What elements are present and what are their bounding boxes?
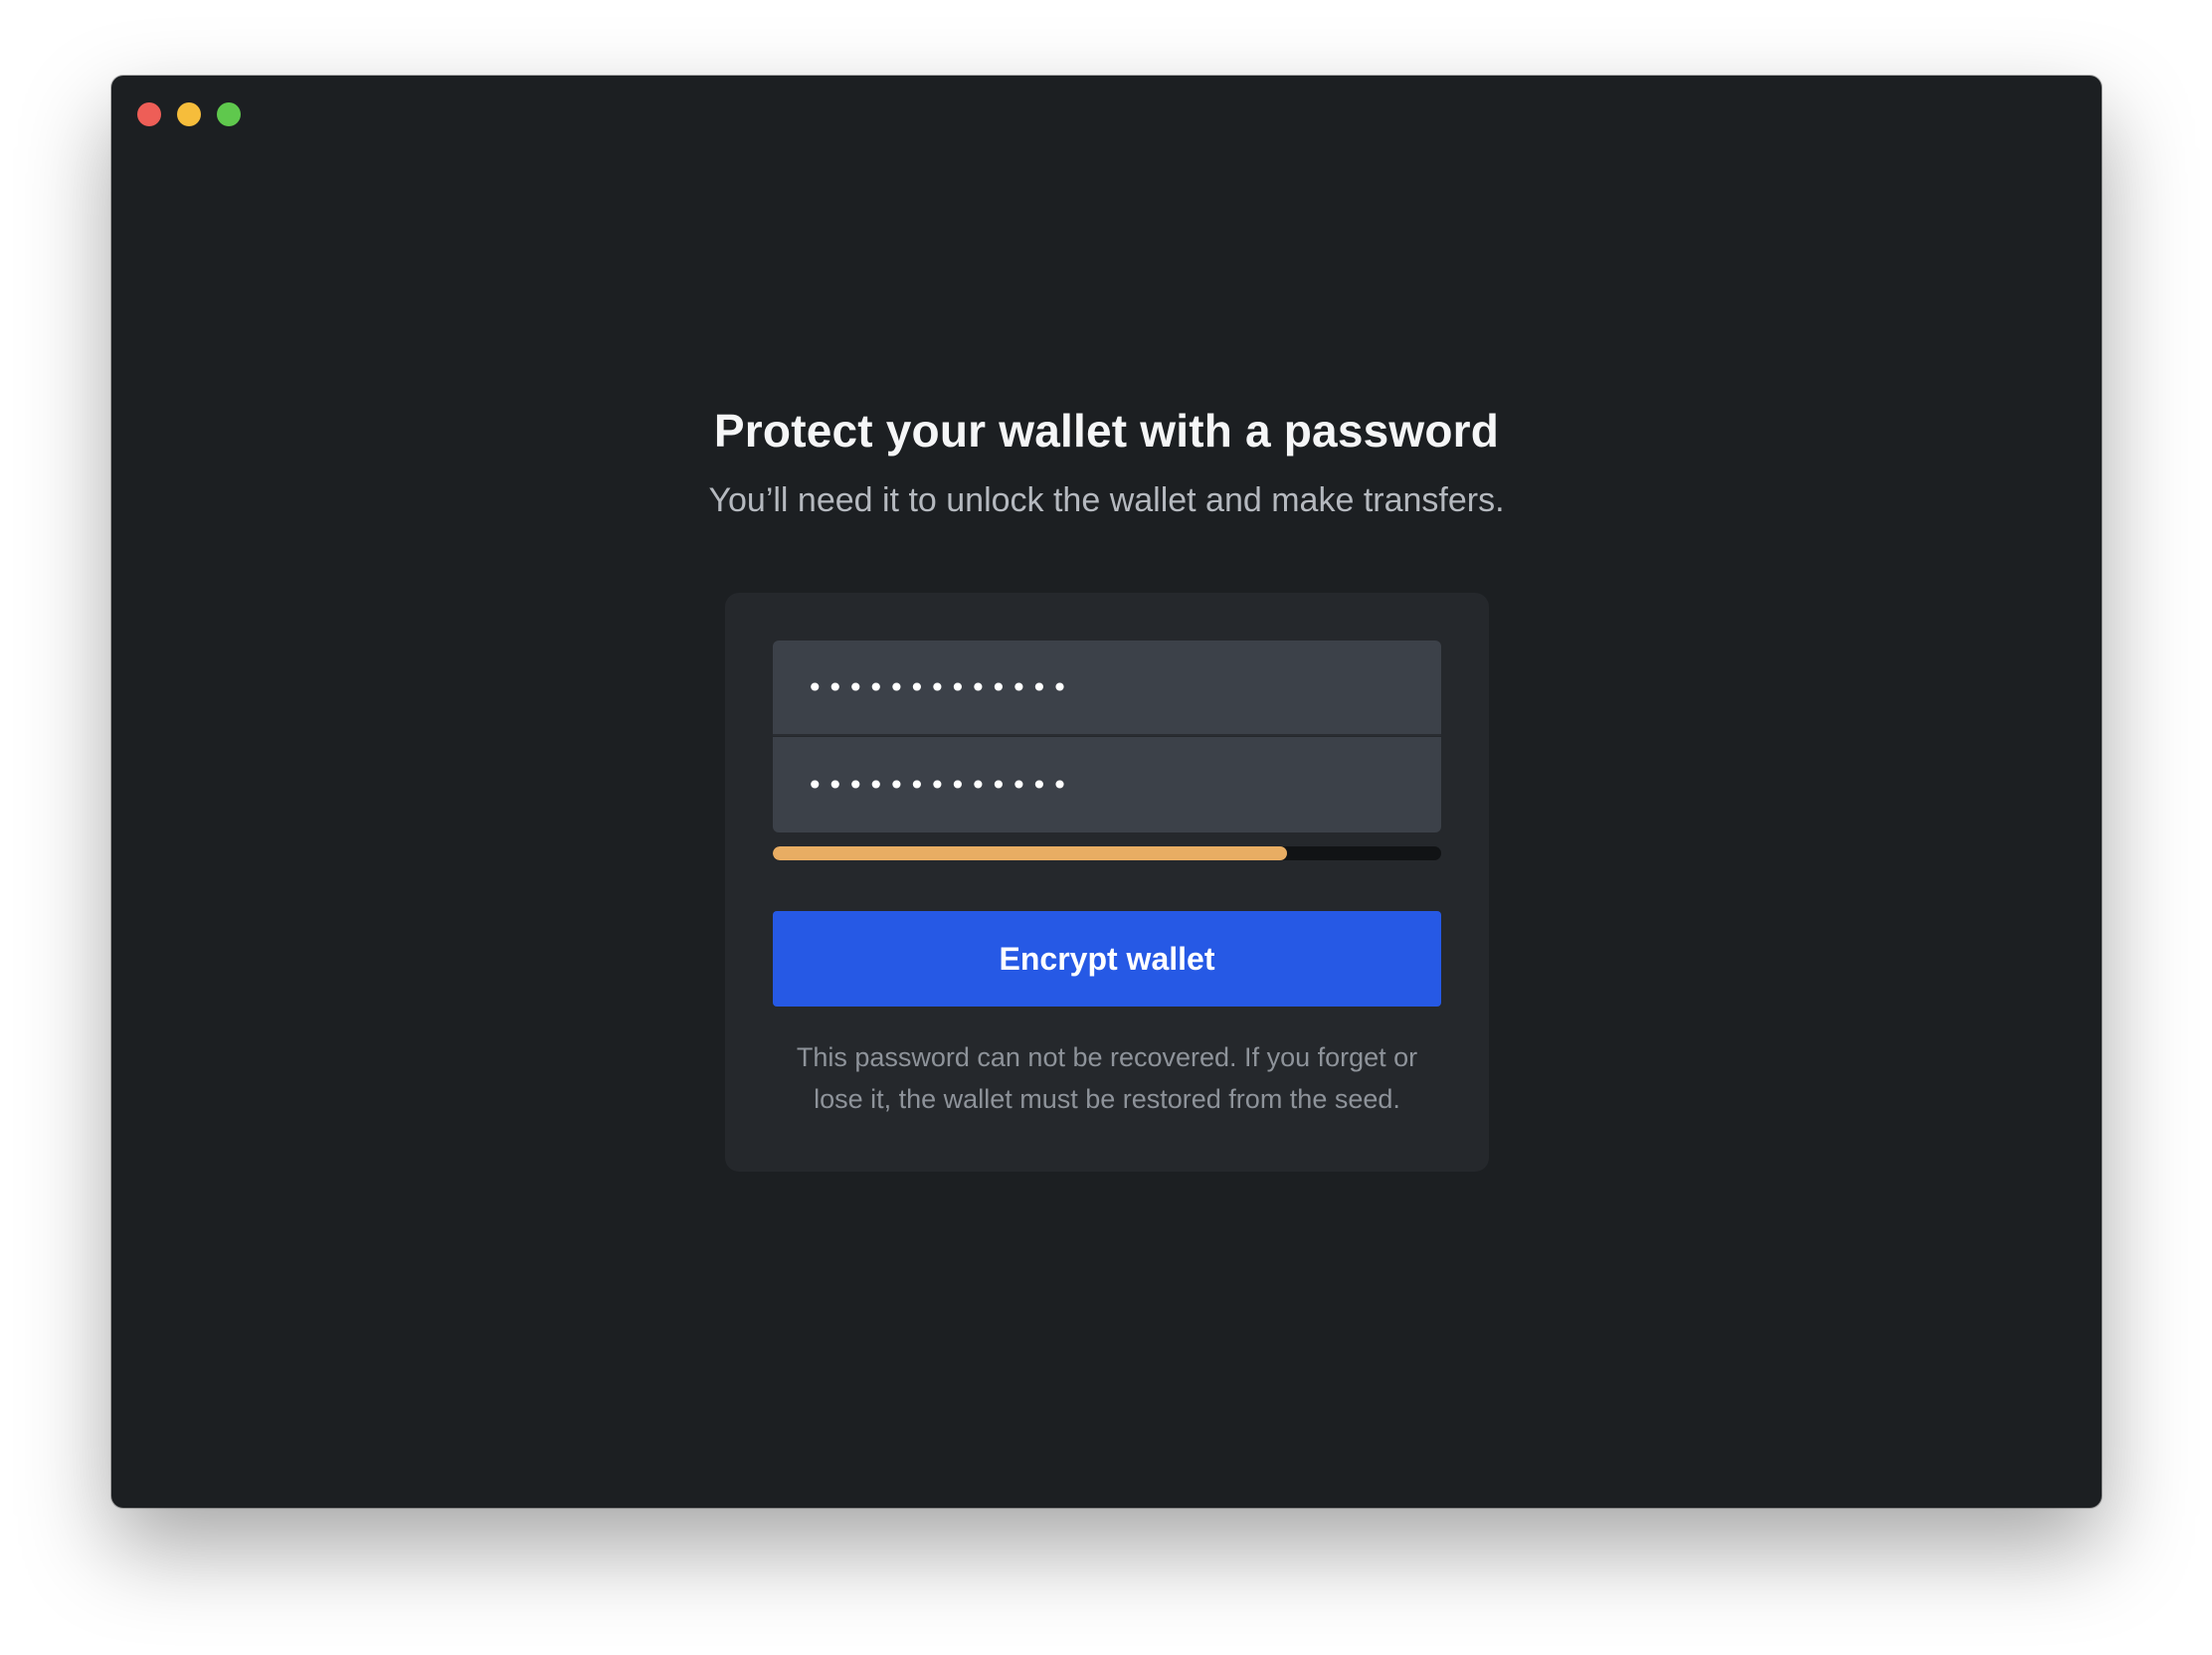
recovery-warning-line-2: lose it, the wallet must be restored fro… — [814, 1084, 1400, 1114]
password-strength-meter — [773, 846, 1441, 860]
page-subtitle: You’ll need it to unlock the wallet and … — [708, 481, 1505, 519]
confirm-password-input[interactable]: ••••••••••••• — [773, 737, 1441, 832]
page-title: Protect your wallet with a password — [713, 405, 1500, 457]
minimize-window-icon[interactable] — [177, 102, 201, 126]
window-controls — [137, 102, 241, 126]
close-window-icon[interactable] — [137, 102, 161, 126]
password-card: ••••••••••••• ••••••••••••• Encrypt wall… — [725, 593, 1489, 1172]
maximize-window-icon[interactable] — [217, 102, 241, 126]
recovery-warning-line-1: This password can not be recovered. If y… — [796, 1042, 1418, 1072]
password-input[interactable]: ••••••••••••• — [773, 641, 1441, 736]
confirm-password-input-value: ••••••••••••• — [807, 768, 1072, 802]
password-strength-fill — [773, 846, 1288, 860]
recovery-warning-note: This password can not be recovered. If y… — [773, 1036, 1441, 1120]
encrypt-wallet-button[interactable]: Encrypt wallet — [773, 911, 1441, 1007]
password-input-value: ••••••••••••• — [807, 670, 1072, 704]
app-window: Protect your wallet with a password You’… — [111, 76, 2102, 1508]
